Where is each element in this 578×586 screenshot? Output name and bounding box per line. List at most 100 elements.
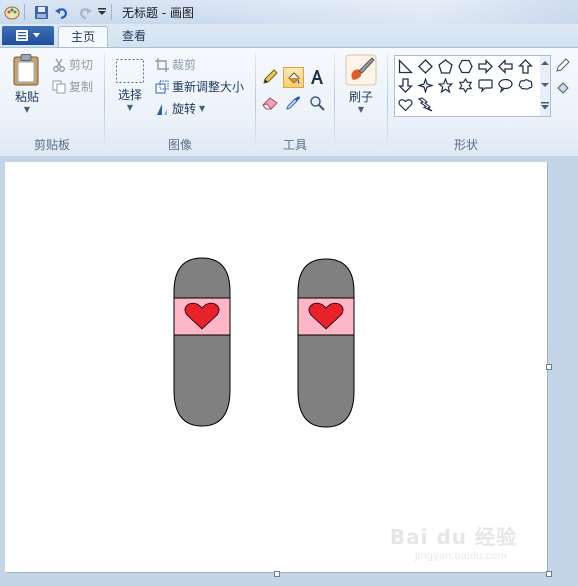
copy-button[interactable]: 复制 xyxy=(52,78,93,95)
select-label: 选择 xyxy=(117,88,142,102)
paint-app-icon[interactable] xyxy=(4,4,20,20)
magnifier-icon xyxy=(310,96,325,111)
title-bar-background xyxy=(193,0,578,24)
rounded-callout-icon xyxy=(478,79,493,93)
toolbar-divider xyxy=(24,4,25,20)
canvas-resize-handle-right[interactable] xyxy=(546,364,552,370)
shape-left-arrow[interactable] xyxy=(496,57,515,76)
heart-icon xyxy=(398,99,413,112)
shapes-group-label: 形状 xyxy=(454,138,479,152)
crop-button[interactable]: 裁剪 xyxy=(155,56,196,73)
chevron-down-icon: ▼ xyxy=(199,104,206,113)
shape-five-point-star[interactable] xyxy=(436,76,455,95)
eraser-tool[interactable] xyxy=(260,93,280,113)
cut-button[interactable]: 剪切 xyxy=(52,56,93,73)
brush-icon xyxy=(345,54,377,86)
tab-home[interactable]: 主页 xyxy=(58,26,109,49)
clipboard-icon xyxy=(13,54,39,86)
select-button[interactable]: 选择 ▼ xyxy=(113,58,147,112)
lightning-icon xyxy=(418,97,433,112)
redo-icon[interactable] xyxy=(77,4,93,20)
crop-label: 裁剪 xyxy=(172,58,197,72)
customize-toolbar-icon[interactable] xyxy=(97,4,107,20)
resize-icon xyxy=(155,80,169,93)
cut-label: 剪切 xyxy=(69,58,94,72)
group-divider xyxy=(334,52,335,152)
save-icon[interactable] xyxy=(33,4,49,20)
scroll-down-icon[interactable] xyxy=(541,82,549,88)
shape-right-arrow[interactable] xyxy=(476,57,495,76)
drawing-canvas[interactable]: Bai du 经验 jingyan.baidu.com xyxy=(5,162,547,572)
canvas-resize-handle-corner[interactable] xyxy=(546,571,552,577)
shape-four-point-star[interactable] xyxy=(416,76,435,95)
image-group-label: 图像 xyxy=(167,138,192,152)
fill-shape-icon xyxy=(557,82,569,94)
file-menu-button[interactable] xyxy=(2,26,54,45)
shape-lightning[interactable] xyxy=(416,95,435,114)
shapes-gallery: 形状 xyxy=(394,55,551,163)
resize-label: 重新调整大小 xyxy=(172,80,245,94)
pentagon-icon xyxy=(438,59,453,74)
shape-six-point-star[interactable] xyxy=(456,76,475,95)
fill-button[interactable] xyxy=(556,80,570,94)
up-arrow-icon xyxy=(518,59,533,74)
rotate-icon xyxy=(157,103,167,115)
resize-button[interactable]: 重新调整大小 xyxy=(155,78,244,95)
shape-heart[interactable] xyxy=(396,95,415,114)
menu-icon xyxy=(16,30,28,41)
text-icon xyxy=(311,70,323,84)
right-arrow-icon xyxy=(478,59,493,74)
chevron-down-icon xyxy=(33,33,40,38)
copy-icon xyxy=(52,80,66,93)
pencil-tool[interactable] xyxy=(260,67,280,87)
shapes-grid xyxy=(394,55,541,117)
clipboard-group: 粘贴 ▼ 剪切 复制 剪贴板 xyxy=(0,48,104,156)
shape-down-arrow[interactable] xyxy=(396,76,415,95)
right-triangle-icon xyxy=(398,59,413,74)
tab-view[interactable]: 查看 xyxy=(110,26,158,47)
diamond-icon xyxy=(418,59,433,74)
shape-up-arrow[interactable] xyxy=(516,57,535,76)
fill-tool[interactable] xyxy=(283,67,304,88)
scissors-icon xyxy=(53,58,65,72)
shape-pentagon[interactable] xyxy=(436,57,455,76)
brushes-button[interactable]: 刷子 ▼ xyxy=(340,54,382,114)
ribbon-tab-row: 主页 查看 xyxy=(0,24,578,49)
ribbon: 粘贴 ▼ 剪切 复制 剪贴板 选择 ▼ 裁剪 重新调整大小 旋转 ▼ 图像 工具… xyxy=(0,47,578,157)
oval-callout-icon xyxy=(498,78,513,93)
image-group: 选择 ▼ 裁剪 重新调整大小 旋转 ▼ 图像 xyxy=(105,48,255,156)
watermark-logo: Bai du 经验 xyxy=(389,525,517,549)
shape-diamond[interactable] xyxy=(416,57,435,76)
color-picker-tool[interactable] xyxy=(283,93,303,113)
paste-label: 粘贴 xyxy=(14,90,39,104)
rotate-label: 旋转 xyxy=(172,102,197,116)
rotate-button[interactable]: 旋转 ▼ xyxy=(155,100,205,117)
left-arrow-icon xyxy=(498,59,513,74)
paste-button[interactable]: 粘贴 ▼ xyxy=(8,54,46,114)
shape-right-triangle[interactable] xyxy=(396,57,415,76)
left-capsule-shape xyxy=(173,257,231,427)
outline-button[interactable] xyxy=(556,58,570,72)
canvas-resize-handle-bottom[interactable] xyxy=(274,571,280,577)
six-point-star-icon xyxy=(458,78,473,93)
tools-grid xyxy=(260,67,328,121)
shape-rounded-callout[interactable] xyxy=(476,76,495,95)
shape-oval-callout[interactable] xyxy=(496,76,515,95)
color-picker-icon xyxy=(286,96,300,110)
undo-icon[interactable] xyxy=(53,4,69,20)
shape-cloud-callout[interactable] xyxy=(516,76,535,95)
selection-rectangle-icon xyxy=(116,59,144,83)
four-point-star-icon xyxy=(418,78,433,93)
window-title: 无标题 - 画图 xyxy=(122,5,194,20)
pencil-icon xyxy=(263,69,278,84)
quick-access-toolbar xyxy=(0,0,116,24)
text-tool[interactable] xyxy=(307,67,327,87)
shape-hexagon[interactable] xyxy=(456,57,475,76)
scroll-up-icon[interactable] xyxy=(541,60,549,66)
chevron-down-icon: ▼ xyxy=(126,103,134,112)
shapes-scrollbar[interactable] xyxy=(540,55,551,117)
expand-gallery-icon[interactable] xyxy=(541,102,549,110)
toolbar-divider xyxy=(111,4,112,20)
magnifier-tool[interactable] xyxy=(307,93,327,113)
right-capsule-shape xyxy=(297,258,355,428)
